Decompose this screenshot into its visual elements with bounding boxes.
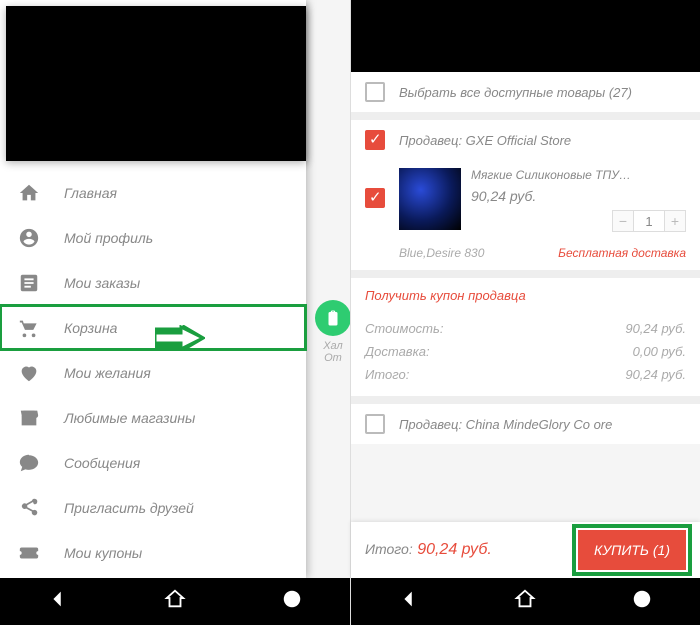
checkbox-checked[interactable] xyxy=(365,130,385,150)
summary-block: Стоимость:90,24 руб. Доставка:0,00 руб. … xyxy=(351,313,700,396)
home-icon xyxy=(18,182,40,204)
user-icon xyxy=(18,227,40,249)
product-title[interactable]: Мягкие Силиконовые ТПУ… xyxy=(471,168,686,182)
coupon-icon xyxy=(18,542,40,564)
android-navbar xyxy=(351,578,700,625)
product-row: Мягкие Силиконовые ТПУ… 90,24 руб. − + xyxy=(351,160,700,240)
qty-input[interactable] xyxy=(634,210,664,232)
cost-value: 90,24 руб. xyxy=(625,321,686,336)
menu-profile[interactable]: Мой профиль xyxy=(0,215,306,260)
nav-recent[interactable] xyxy=(281,588,303,615)
share-icon xyxy=(18,497,40,519)
product-thumbnail[interactable] xyxy=(399,168,461,230)
shipping-text: Бесплатная доставка xyxy=(558,246,686,260)
seller-row-1[interactable]: Продавец: GXE Official Store xyxy=(351,120,700,160)
menu-label: Мой профиль xyxy=(64,230,153,246)
annotation-arrow-cart xyxy=(155,325,205,356)
nav-drawer: Главная Мой профиль Мои заказы Корзина М… xyxy=(0,0,306,578)
total-label: Итого: xyxy=(365,541,413,557)
list-icon xyxy=(18,272,40,294)
total-label: Итого: xyxy=(365,367,409,382)
seller-label: Продавец: China MindeGlory Co ore xyxy=(399,417,612,432)
menu-messages[interactable]: Сообщения xyxy=(0,440,306,485)
checkbox-unchecked[interactable] xyxy=(365,82,385,102)
buy-button[interactable]: КУПИТЬ (1) xyxy=(578,530,686,570)
nav-back[interactable] xyxy=(398,588,420,615)
total-value: 90,24 руб. xyxy=(625,367,686,382)
menu-cart[interactable]: Корзина xyxy=(0,305,306,350)
menu-coupons[interactable]: Мои купоны xyxy=(0,530,306,575)
variation-row: Blue,Desire 830 Бесплатная доставка xyxy=(351,240,700,270)
total-amount: 90,24 руб. xyxy=(417,541,492,558)
ship-label: Доставка: xyxy=(365,344,430,359)
seller-label: Продавец: GXE Official Store xyxy=(399,133,571,148)
header-right xyxy=(351,0,700,72)
nav-home[interactable] xyxy=(164,588,186,615)
menu-label: Сообщения xyxy=(64,455,140,471)
seller-row-2[interactable]: Продавец: China MindeGlory Co ore xyxy=(351,404,700,444)
qty-minus[interactable]: − xyxy=(612,210,634,232)
menu-wishlist[interactable]: Мои желания xyxy=(0,350,306,395)
cart-content: Выбрать все доступные товары (27) Продав… xyxy=(351,72,700,578)
menu-label: Любимые магазины xyxy=(64,410,195,426)
nav-recent[interactable] xyxy=(631,588,653,615)
total-bar: Итого: 90,24 руб. КУПИТЬ (1) xyxy=(351,522,700,578)
store-icon xyxy=(18,407,40,429)
menu-label: Мои купоны xyxy=(64,545,142,561)
checkbox-unchecked[interactable] xyxy=(365,414,385,434)
menu-fav-stores[interactable]: Любимые магазины xyxy=(0,395,306,440)
drawer-header xyxy=(6,6,306,161)
menu-orders[interactable]: Мои заказы xyxy=(0,260,306,305)
menu-home[interactable]: Главная xyxy=(0,170,306,215)
checkbox-checked[interactable] xyxy=(365,188,385,208)
cart-icon xyxy=(18,317,40,339)
chat-icon xyxy=(18,452,40,474)
menu-label: Пригласить друзей xyxy=(64,500,194,516)
qty-plus[interactable]: + xyxy=(664,210,686,232)
screen-left: Хал От Главная Мой профиль Мои заказы Ко… xyxy=(0,0,350,625)
nav-home[interactable] xyxy=(514,588,536,615)
screen-right: Выбрать все доступные товары (27) Продав… xyxy=(350,0,700,625)
variant-text: Blue,Desire 830 xyxy=(399,246,484,260)
get-coupon-link[interactable]: Получить купон продавца xyxy=(351,278,700,313)
clipboard-icon xyxy=(315,300,351,336)
menu-label: Главная xyxy=(64,185,117,201)
menu-label: Мои желания xyxy=(64,365,151,381)
ship-value: 0,00 руб. xyxy=(633,344,686,359)
menu-invite[interactable]: Пригласить друзей xyxy=(0,485,306,530)
quantity-stepper: − + xyxy=(612,210,686,232)
background-hint: Хал От xyxy=(315,300,351,364)
select-all-row[interactable]: Выбрать все доступные товары (27) xyxy=(351,72,700,112)
menu-label: Мои заказы xyxy=(64,275,140,291)
product-price: 90,24 руб. xyxy=(471,188,536,204)
select-all-label: Выбрать все доступные товары (27) xyxy=(399,85,632,100)
android-navbar xyxy=(0,578,350,625)
heart-icon xyxy=(18,362,40,384)
nav-back[interactable] xyxy=(47,588,69,615)
menu-label: Корзина xyxy=(64,320,117,336)
cost-label: Стоимость: xyxy=(365,321,443,336)
